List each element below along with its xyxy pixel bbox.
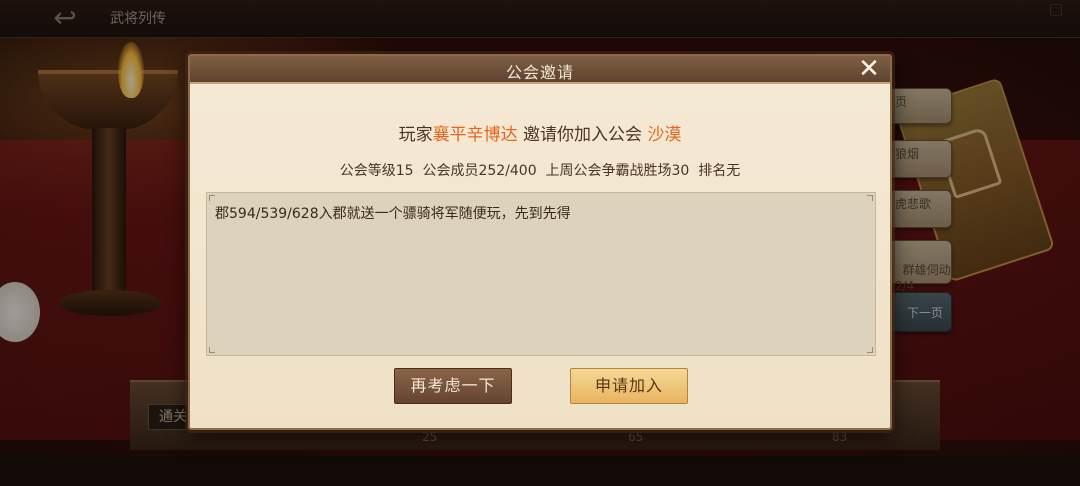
corner-decoration xyxy=(867,195,873,201)
guild-invite-dialog: 公会邀请 ✕ 玩家襄平辛博达 邀请你加入公会 沙漠 公会等级15 公会成员252… xyxy=(188,54,892,430)
reconsider-button[interactable]: 再考虑一下 xyxy=(394,368,512,404)
apply-join-button[interactable]: 申请加入 xyxy=(570,368,688,404)
invite-text: 玩家襄平辛博达 邀请你加入公会 沙漠 xyxy=(190,120,890,145)
guild-name: 沙漠 xyxy=(647,125,682,145)
guild-message: 郡594/539/628入郡就送一个骠骑将军随便玩，先到先得 xyxy=(215,206,571,222)
guild-message-box: 郡594/539/628入郡就送一个骠骑将军随便玩，先到先得 xyxy=(206,192,876,356)
invite-prefix: 玩家 xyxy=(398,125,433,145)
invite-middle: 邀请你加入公会 xyxy=(517,125,648,145)
close-icon[interactable]: ✕ xyxy=(856,56,882,83)
corner-decoration xyxy=(209,195,215,201)
dialog-title: 公会邀请 xyxy=(505,63,574,82)
player-name: 襄平辛博达 xyxy=(432,125,518,145)
corner-decoration xyxy=(867,347,873,353)
corner-decoration xyxy=(209,347,215,353)
guild-stats: 公会等级15 公会成员252/400 上周公会争霸战胜场30 排名无 xyxy=(339,163,741,179)
dialog-header: 公会邀请 ✕ xyxy=(190,56,890,84)
